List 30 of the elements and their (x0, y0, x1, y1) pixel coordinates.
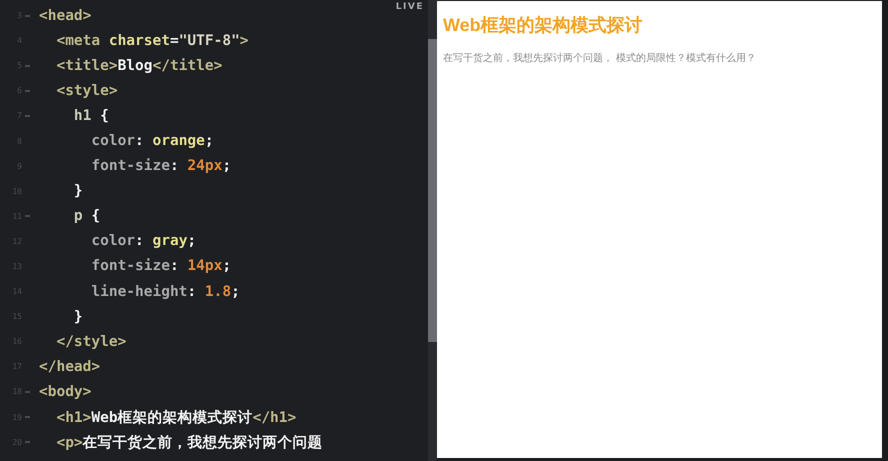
code-line: </head> (39, 358, 100, 375)
fold-marker-icon[interactable] (25, 416, 30, 418)
code-line: p { (72, 208, 100, 224)
code-line: } (72, 183, 83, 200)
code-line: <p>在写干货之前，我想先探讨两个问题 (55, 434, 323, 452)
page-paragraph: 在写干货之前，我想先探讨两个问题， 模式的局限性？模式有什么用？ (443, 52, 757, 65)
fold-marker-icon[interactable] (25, 14, 30, 17)
code-line: <head> (39, 8, 92, 24)
code-line: <style> (55, 82, 118, 99)
code-line: line-height: 1.8; (90, 284, 240, 300)
code-line: <h1>Web框架的架构模式探讨</h1> (55, 408, 296, 427)
fold-marker-icon[interactable] (25, 90, 30, 92)
code-line: font-size: 24px; (90, 158, 232, 174)
fold-marker-icon[interactable] (25, 215, 30, 218)
fold-marker-icon[interactable] (25, 390, 30, 393)
fold-marker-icon[interactable] (25, 64, 30, 67)
fold-marker-icon[interactable] (25, 441, 30, 444)
code-line: h1 { (72, 108, 109, 124)
code-line: <title>Blog</title> (55, 58, 222, 74)
live-label: LIVE (396, 2, 424, 12)
code-line: } (72, 308, 83, 325)
code-line: <meta charset="UTF-8"> (55, 32, 249, 49)
code-line: color: orange; (90, 133, 214, 150)
code-line: <body> (39, 384, 92, 400)
fold-marker-icon[interactable] (25, 114, 30, 117)
scrollbar-thumb[interactable] (428, 39, 437, 342)
code-line: color: gray; (90, 233, 196, 250)
code-line: font-size: 14px; (90, 258, 232, 274)
page-heading: Web框架的架构模式探讨 (443, 14, 644, 37)
code-line: </style> (55, 334, 126, 350)
